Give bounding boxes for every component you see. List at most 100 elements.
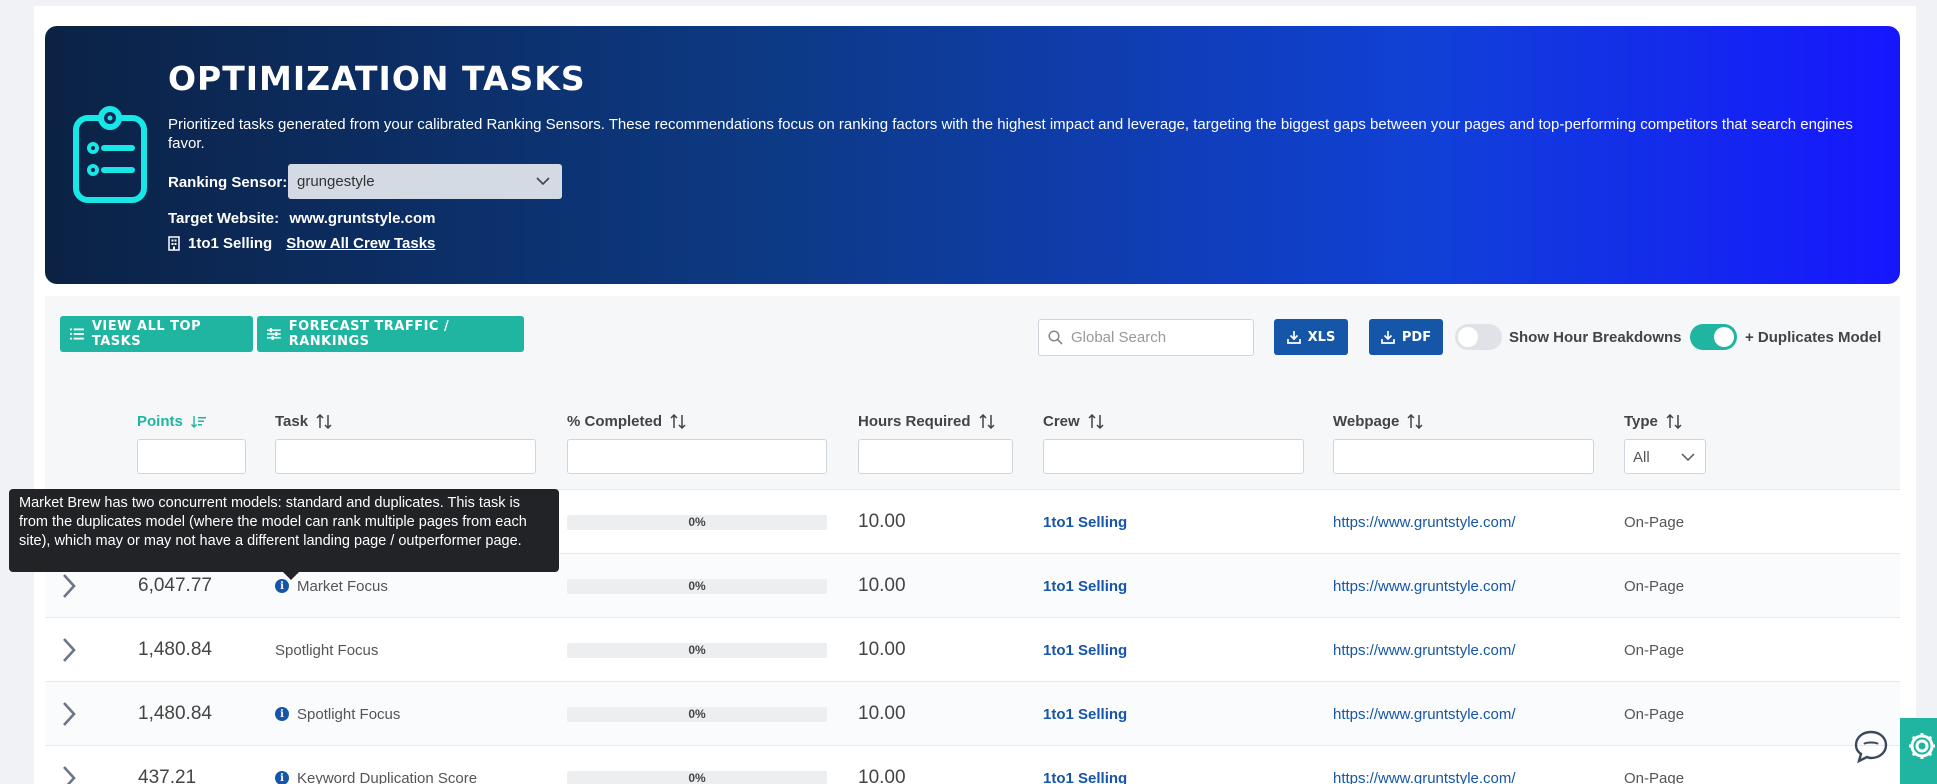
download-icon xyxy=(1286,331,1301,344)
table-row[interactable]: 1,480.84 Spotlight Focus 0% 10.00 1to1 Selli… xyxy=(45,618,1900,682)
global-search-placeholder: Global Search xyxy=(1071,329,1167,346)
sort-icon xyxy=(1407,414,1423,429)
expand-row-button[interactable] xyxy=(61,682,91,746)
sort-icon xyxy=(1088,414,1104,429)
crew-filter-input[interactable] xyxy=(1043,439,1304,474)
ranking-sensor-select[interactable]: grungestyle xyxy=(288,164,562,199)
row-type: On-Page xyxy=(1624,577,1685,595)
row-crew-link[interactable]: 1to1 Selling xyxy=(1043,682,1127,746)
column-header-task[interactable]: Task xyxy=(275,413,332,430)
completed-filter-input[interactable] xyxy=(567,439,827,474)
export-xls-button[interactable]: XLS xyxy=(1274,319,1348,355)
progress-label: 0% xyxy=(688,770,706,784)
hours-filter-input[interactable] xyxy=(858,439,1013,474)
points-header-label: Points xyxy=(137,413,183,430)
forecast-traffic-button[interactable]: FORECAST TRAFFIC / RANKINGS xyxy=(257,316,524,352)
row-webpage-link[interactable]: https://www.gruntstyle.com/ xyxy=(1333,682,1516,746)
expand-row-button[interactable] xyxy=(61,618,91,682)
expand-row-button[interactable] xyxy=(61,746,91,784)
toolbar: VIEW ALL TOP TASKS FORECAST TRAFFIC / RA… xyxy=(45,296,1900,396)
tooltip-text: Market Brew has two concurrent models: s… xyxy=(19,495,527,549)
progress-bar: 0% xyxy=(567,706,827,722)
sliders-icon xyxy=(267,328,281,340)
chevron-right-icon xyxy=(63,638,76,662)
download-icon xyxy=(1381,331,1395,344)
table-row[interactable]: 1,480.84 i Spotlight Focus 0% 10.00 1to1 Sell… xyxy=(45,682,1900,746)
duplicates-model-toggle[interactable] xyxy=(1690,324,1737,350)
row-task-name: Spotlight Focus xyxy=(275,641,379,659)
hero-banner: OPTIMIZATION TASKS Prioritized tasks gen… xyxy=(45,26,1900,284)
view-all-top-tasks-button[interactable]: VIEW ALL TOP TASKS xyxy=(60,316,253,352)
table-row[interactable]: 437.21 i Keyword Duplication Score 0% 10.00 1… xyxy=(45,746,1900,784)
completed-header-label: % Completed xyxy=(567,413,663,430)
webpage-filter-input[interactable] xyxy=(1333,439,1594,474)
settings-panel-tab[interactable] xyxy=(1900,718,1937,784)
info-icon[interactable]: i xyxy=(275,771,289,784)
crew-name: 1to1 Selling xyxy=(188,235,273,252)
row-webpage-link[interactable]: https://www.gruntstyle.com/ xyxy=(1333,490,1516,554)
chevron-right-icon xyxy=(63,702,76,726)
info-icon[interactable]: i xyxy=(275,579,289,593)
target-website-value: www.gruntstyle.com xyxy=(289,210,436,227)
export-pdf-button[interactable]: PDF xyxy=(1369,319,1443,355)
row-crew-link[interactable]: 1to1 Selling xyxy=(1043,490,1127,554)
row-task: i Spotlight Focus xyxy=(275,682,400,746)
show-all-crew-tasks-link[interactable]: Show All Crew Tasks xyxy=(286,235,435,252)
task-filter-input[interactable] xyxy=(275,439,536,474)
column-header-hours[interactable]: Hours Required xyxy=(858,413,995,430)
global-search-input[interactable]: Global Search xyxy=(1038,319,1254,356)
target-website: Target Website: www.gruntstyle.com xyxy=(168,210,435,227)
toggle-knob xyxy=(1458,327,1478,347)
row-progress: 0% xyxy=(567,490,827,554)
building-icon xyxy=(168,236,180,251)
column-header-webpage[interactable]: Webpage xyxy=(1333,413,1423,430)
tooltip-arrow xyxy=(283,572,299,580)
hours-header-label: Hours Required xyxy=(858,413,971,430)
forecast-traffic-label: FORECAST TRAFFIC / RANKINGS xyxy=(288,319,450,349)
sort-icon xyxy=(670,414,686,429)
chat-icon[interactable] xyxy=(1853,728,1889,764)
column-header-completed[interactable]: % Completed xyxy=(567,413,686,430)
target-website-label: Target Website: xyxy=(168,210,280,227)
row-crew-link[interactable]: 1to1 Selling xyxy=(1043,746,1127,784)
sort-icon xyxy=(978,414,995,429)
clipboard-list-icon xyxy=(73,106,147,203)
chevron-right-icon xyxy=(63,574,76,598)
column-header-type[interactable]: Type xyxy=(1624,413,1682,430)
row-hours: 10.00 xyxy=(858,575,906,596)
progress-bar: 0% xyxy=(567,578,827,594)
row-webpage-link[interactable]: https://www.gruntstyle.com/ xyxy=(1333,746,1516,784)
row-points: 1,480.84 xyxy=(138,703,212,724)
export-pdf-label: PDF xyxy=(1401,329,1432,345)
toggle-knob xyxy=(1714,327,1734,347)
progress-label: 0% xyxy=(688,642,706,657)
info-icon[interactable]: i xyxy=(275,707,289,721)
sort-icon xyxy=(1666,414,1682,429)
column-header-points[interactable]: Points xyxy=(137,413,206,430)
column-header-crew[interactable]: Crew xyxy=(1043,413,1104,430)
row-hours: 10.00 xyxy=(858,703,906,724)
progress-label: 0% xyxy=(688,706,706,721)
chevron-down-icon xyxy=(1681,453,1695,462)
page-description: Prioritized tasks generated from your ca… xyxy=(168,116,1853,152)
row-crew-link[interactable]: 1to1 Selling xyxy=(1043,554,1127,618)
chevron-down-icon xyxy=(536,177,550,186)
row-progress: 0% xyxy=(567,554,827,618)
crew-info: 1to1 Selling Show All Crew Tasks xyxy=(168,235,435,252)
row-points: 1,480.84 xyxy=(138,639,212,660)
progress-bar: 0% xyxy=(567,514,827,530)
table-header: Points Task % Completed Hours Required C… xyxy=(45,396,1900,490)
gear-icon xyxy=(1909,733,1935,759)
row-type: On-Page xyxy=(1624,513,1685,531)
type-filter-select[interactable]: All xyxy=(1624,439,1706,474)
row-webpage-link[interactable]: https://www.gruntstyle.com/ xyxy=(1333,554,1516,618)
view-all-top-tasks-label: VIEW ALL TOP TASKS xyxy=(91,319,202,349)
type-filter-value: All xyxy=(1633,449,1650,466)
progress-bar: 0% xyxy=(567,642,827,658)
points-filter-input[interactable] xyxy=(137,439,246,474)
hour-breakdowns-toggle[interactable] xyxy=(1455,324,1502,350)
row-webpage-link[interactable]: https://www.gruntstyle.com/ xyxy=(1333,618,1516,682)
progress-label: 0% xyxy=(688,578,706,593)
row-crew-link[interactable]: 1to1 Selling xyxy=(1043,618,1127,682)
row-progress: 0% xyxy=(567,618,827,682)
